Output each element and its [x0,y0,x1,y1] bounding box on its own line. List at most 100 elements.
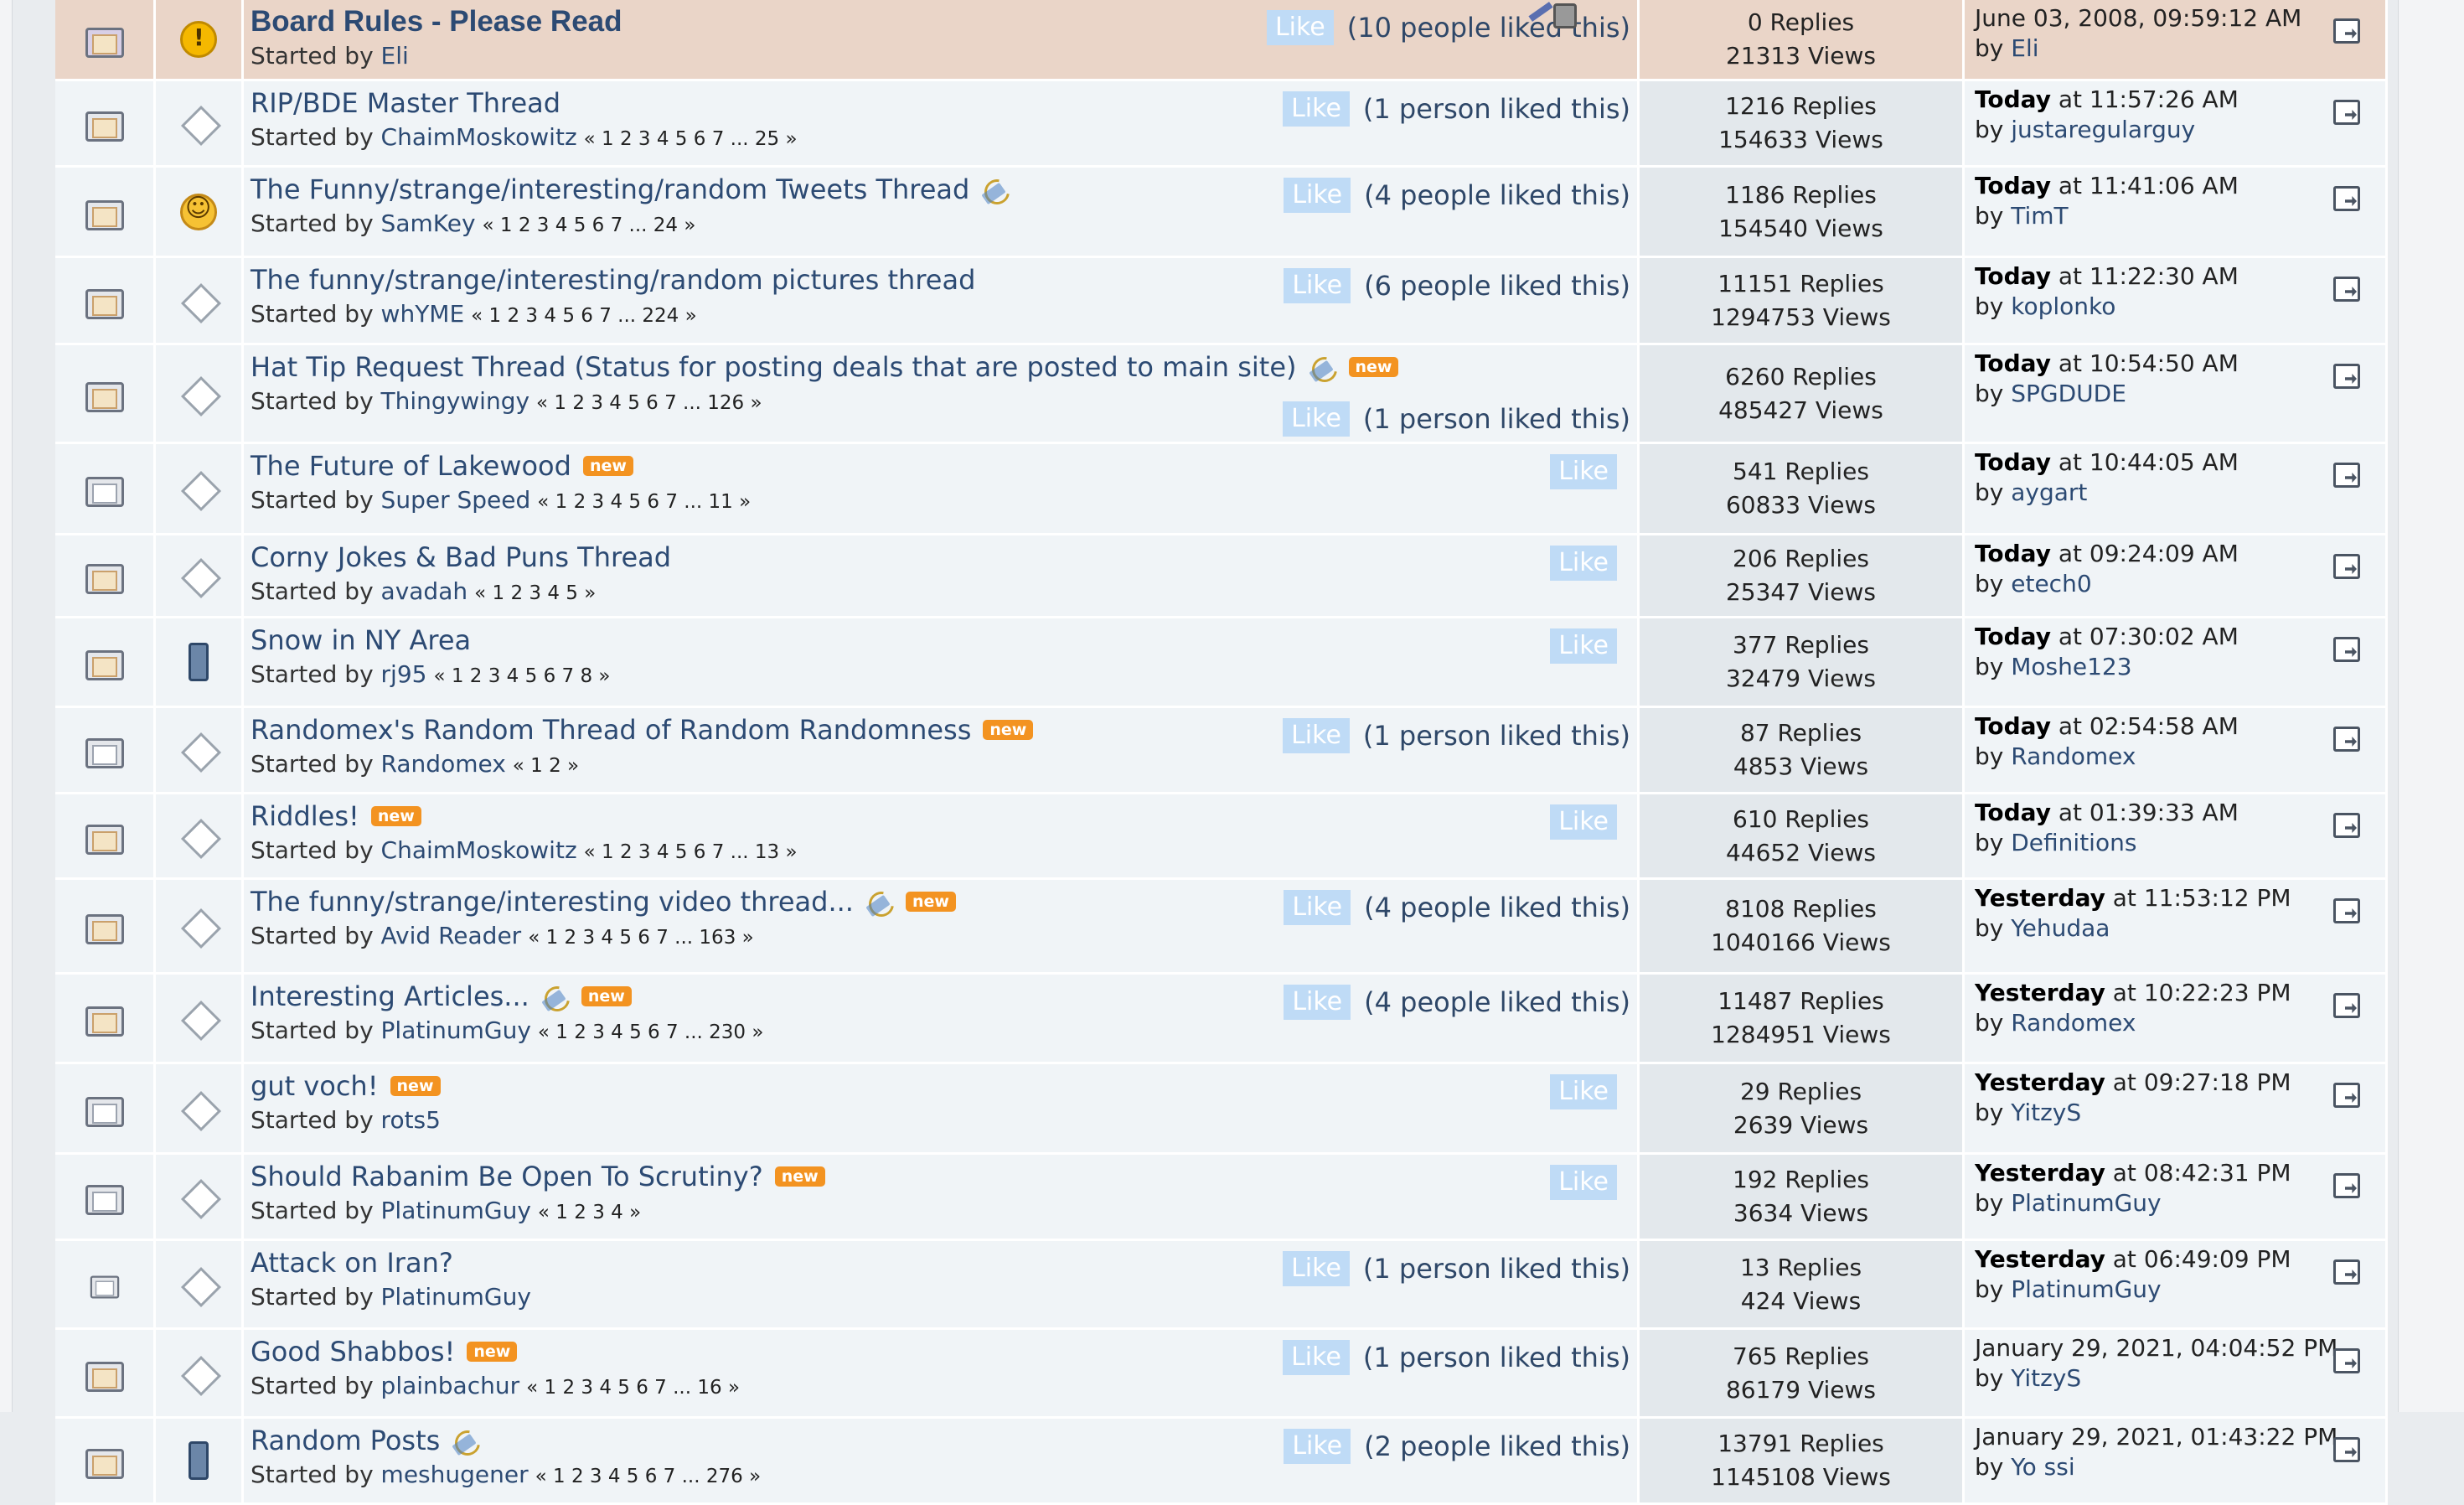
new-badge[interactable]: new [370,806,421,826]
go-to-last-post-icon[interactable] [2333,1083,2362,1108]
last-poster-link[interactable]: Yo ssi [2011,1453,2074,1481]
new-badge[interactable]: new [983,720,1034,740]
topic-author-link[interactable]: whYME [381,300,465,328]
go-to-last-post-icon[interactable] [2333,100,2362,125]
topic-title-link[interactable]: The funny/strange/interesting video thre… [251,883,854,920]
page-links[interactable]: « 1 2 3 4 5 6 7 ... 163 » [528,927,754,949]
go-to-last-post-icon[interactable] [2333,727,2362,752]
last-poster-link[interactable]: koplonko [2011,292,2115,320]
like-button[interactable]: Like [1284,985,1351,1020]
topic-author-link[interactable]: Randomex [381,750,506,778]
liked-count[interactable]: (1 person liked this) [1363,1342,1630,1373]
page-links[interactable]: « 1 2 3 4 » [538,1202,641,1223]
topic-author-link[interactable]: SamKey [381,209,476,237]
topic-author-link[interactable]: meshugener [381,1461,529,1488]
like-button[interactable]: Like [1550,454,1617,489]
page-links[interactable]: « 1 2 3 4 5 6 7 ... 25 » [584,128,798,150]
like-button[interactable]: Like [1283,1251,1350,1286]
topic-title-link[interactable]: Hat Tip Request Thread (Status for posti… [251,349,1297,385]
topic-title-link[interactable]: Random Posts [251,1422,440,1459]
go-to-last-post-icon[interactable] [2333,277,2362,302]
last-poster-link[interactable]: Randomex [2011,742,2136,770]
topic-author-link[interactable]: rots5 [381,1106,441,1134]
last-poster-link[interactable]: justaregularguy [2011,116,2195,143]
last-poster-link[interactable]: YitzyS [2011,1099,2081,1126]
topic-title-link[interactable]: Board Rules - Please Read [251,3,622,40]
new-badge[interactable]: new [467,1342,518,1362]
like-button[interactable]: Like [1550,1165,1617,1200]
topic-title-link[interactable]: Randomex's Random Thread of Random Rando… [251,711,971,748]
new-badge[interactable]: new [581,986,632,1006]
liked-count[interactable]: (4 people liked this) [1364,179,1630,211]
topic-author-link[interactable]: PlatinumGuy [381,1197,531,1224]
last-poster-link[interactable]: Definitions [2011,829,2136,856]
new-badge[interactable]: new [774,1166,825,1187]
go-to-last-post-icon[interactable] [2333,898,2362,923]
go-to-last-post-icon[interactable] [2333,1437,2362,1462]
go-to-last-post-icon[interactable] [2333,463,2362,488]
topic-title-link[interactable]: Riddles! [251,798,359,835]
like-button[interactable]: Like [1283,1340,1350,1375]
last-poster-link[interactable]: aygart [2011,478,2087,506]
topic-author-link[interactable]: Super Speed [381,486,531,514]
topic-title-link[interactable]: Should Rabanim Be Open To Scrutiny? [251,1158,763,1195]
new-badge[interactable]: new [1348,357,1399,377]
go-to-last-post-icon[interactable] [2333,364,2362,389]
topic-author-link[interactable]: ChaimMoskowitz [381,123,577,151]
page-links[interactable]: « 1 2 3 4 5 » [474,582,596,604]
topic-title-link[interactable]: RIP/BDE Master Thread [251,85,560,122]
go-to-last-post-icon[interactable] [2333,993,2362,1018]
like-button[interactable]: Like [1550,546,1617,581]
new-badge[interactable]: new [390,1076,441,1096]
new-badge[interactable]: new [905,892,956,912]
last-poster-link[interactable]: TimT [2011,202,2068,230]
page-links[interactable]: « 1 2 3 4 5 6 7 8 » [433,665,610,687]
like-button[interactable]: Like [1284,1429,1351,1464]
go-to-last-post-icon[interactable] [2333,186,2362,211]
topic-title-link[interactable]: The Future of Lakewood [251,447,571,484]
page-links[interactable]: « 1 2 3 4 5 6 7 ... 16 » [526,1377,740,1399]
like-button[interactable]: Like [1283,401,1350,437]
topic-title-link[interactable]: Snow in NY Area [251,622,471,659]
topic-author-link[interactable]: PlatinumGuy [381,1016,531,1044]
topic-author-link[interactable]: PlatinumGuy [381,1283,531,1311]
go-to-last-post-icon[interactable] [2333,1259,2362,1285]
go-to-last-post-icon[interactable] [2333,637,2362,662]
liked-count[interactable]: (4 people liked this) [1364,892,1630,923]
like-button[interactable]: Like [1284,890,1351,925]
topic-author-link[interactable]: Thingywingy [381,387,530,415]
liked-count[interactable]: (4 people liked this) [1364,986,1630,1018]
topic-title-link[interactable]: Corny Jokes & Bad Puns Thread [251,539,671,576]
topic-author-link[interactable]: plainbachur [381,1372,520,1399]
page-links[interactable]: « 1 2 3 4 5 6 7 ... 224 » [471,305,697,327]
go-to-last-post-icon[interactable] [2333,18,2362,44]
page-links[interactable]: « 1 2 3 4 5 6 7 ... 11 » [537,491,751,513]
last-poster-link[interactable]: PlatinumGuy [2011,1275,2161,1303]
topic-title-link[interactable]: The Funny/strange/interesting/random Twe… [251,171,969,208]
page-links[interactable]: « 1 2 3 4 5 6 7 ... 230 » [538,1021,764,1043]
page-links[interactable]: « 1 2 3 4 5 6 7 ... 13 » [584,841,798,863]
last-poster-link[interactable]: Eli [2011,34,2038,62]
liked-count[interactable]: (1 person liked this) [1363,93,1630,125]
topic-author-link[interactable]: avadah [381,577,468,605]
last-poster-link[interactable]: SPGDUDE [2011,380,2126,407]
topic-author-link[interactable]: Eli [381,42,409,70]
like-button[interactable]: Like [1266,10,1334,45]
like-button[interactable]: Like [1550,1074,1617,1109]
like-button[interactable]: Like [1284,268,1351,303]
go-to-last-post-icon[interactable] [2333,813,2362,838]
go-to-last-post-icon[interactable] [2333,1348,2362,1373]
liked-count[interactable]: (1 person liked this) [1363,720,1630,752]
topic-title-link[interactable]: The funny/strange/interesting/random pic… [251,261,975,298]
liked-count[interactable]: (2 people liked this) [1364,1430,1630,1462]
last-poster-link[interactable]: Yehudaa [2011,914,2110,942]
like-button[interactable]: Like [1550,804,1617,840]
liked-count[interactable]: (10 people liked this) [1347,12,1630,44]
topic-title-link[interactable]: Interesting Articles... [251,978,529,1015]
liked-count[interactable]: (1 person liked this) [1363,1253,1630,1285]
last-poster-link[interactable]: Randomex [2011,1009,2136,1037]
topic-title-link[interactable]: Attack on Iran? [251,1244,453,1281]
go-to-last-post-icon[interactable] [2333,554,2362,579]
like-button[interactable]: Like [1284,178,1351,213]
new-badge[interactable]: new [582,456,633,476]
